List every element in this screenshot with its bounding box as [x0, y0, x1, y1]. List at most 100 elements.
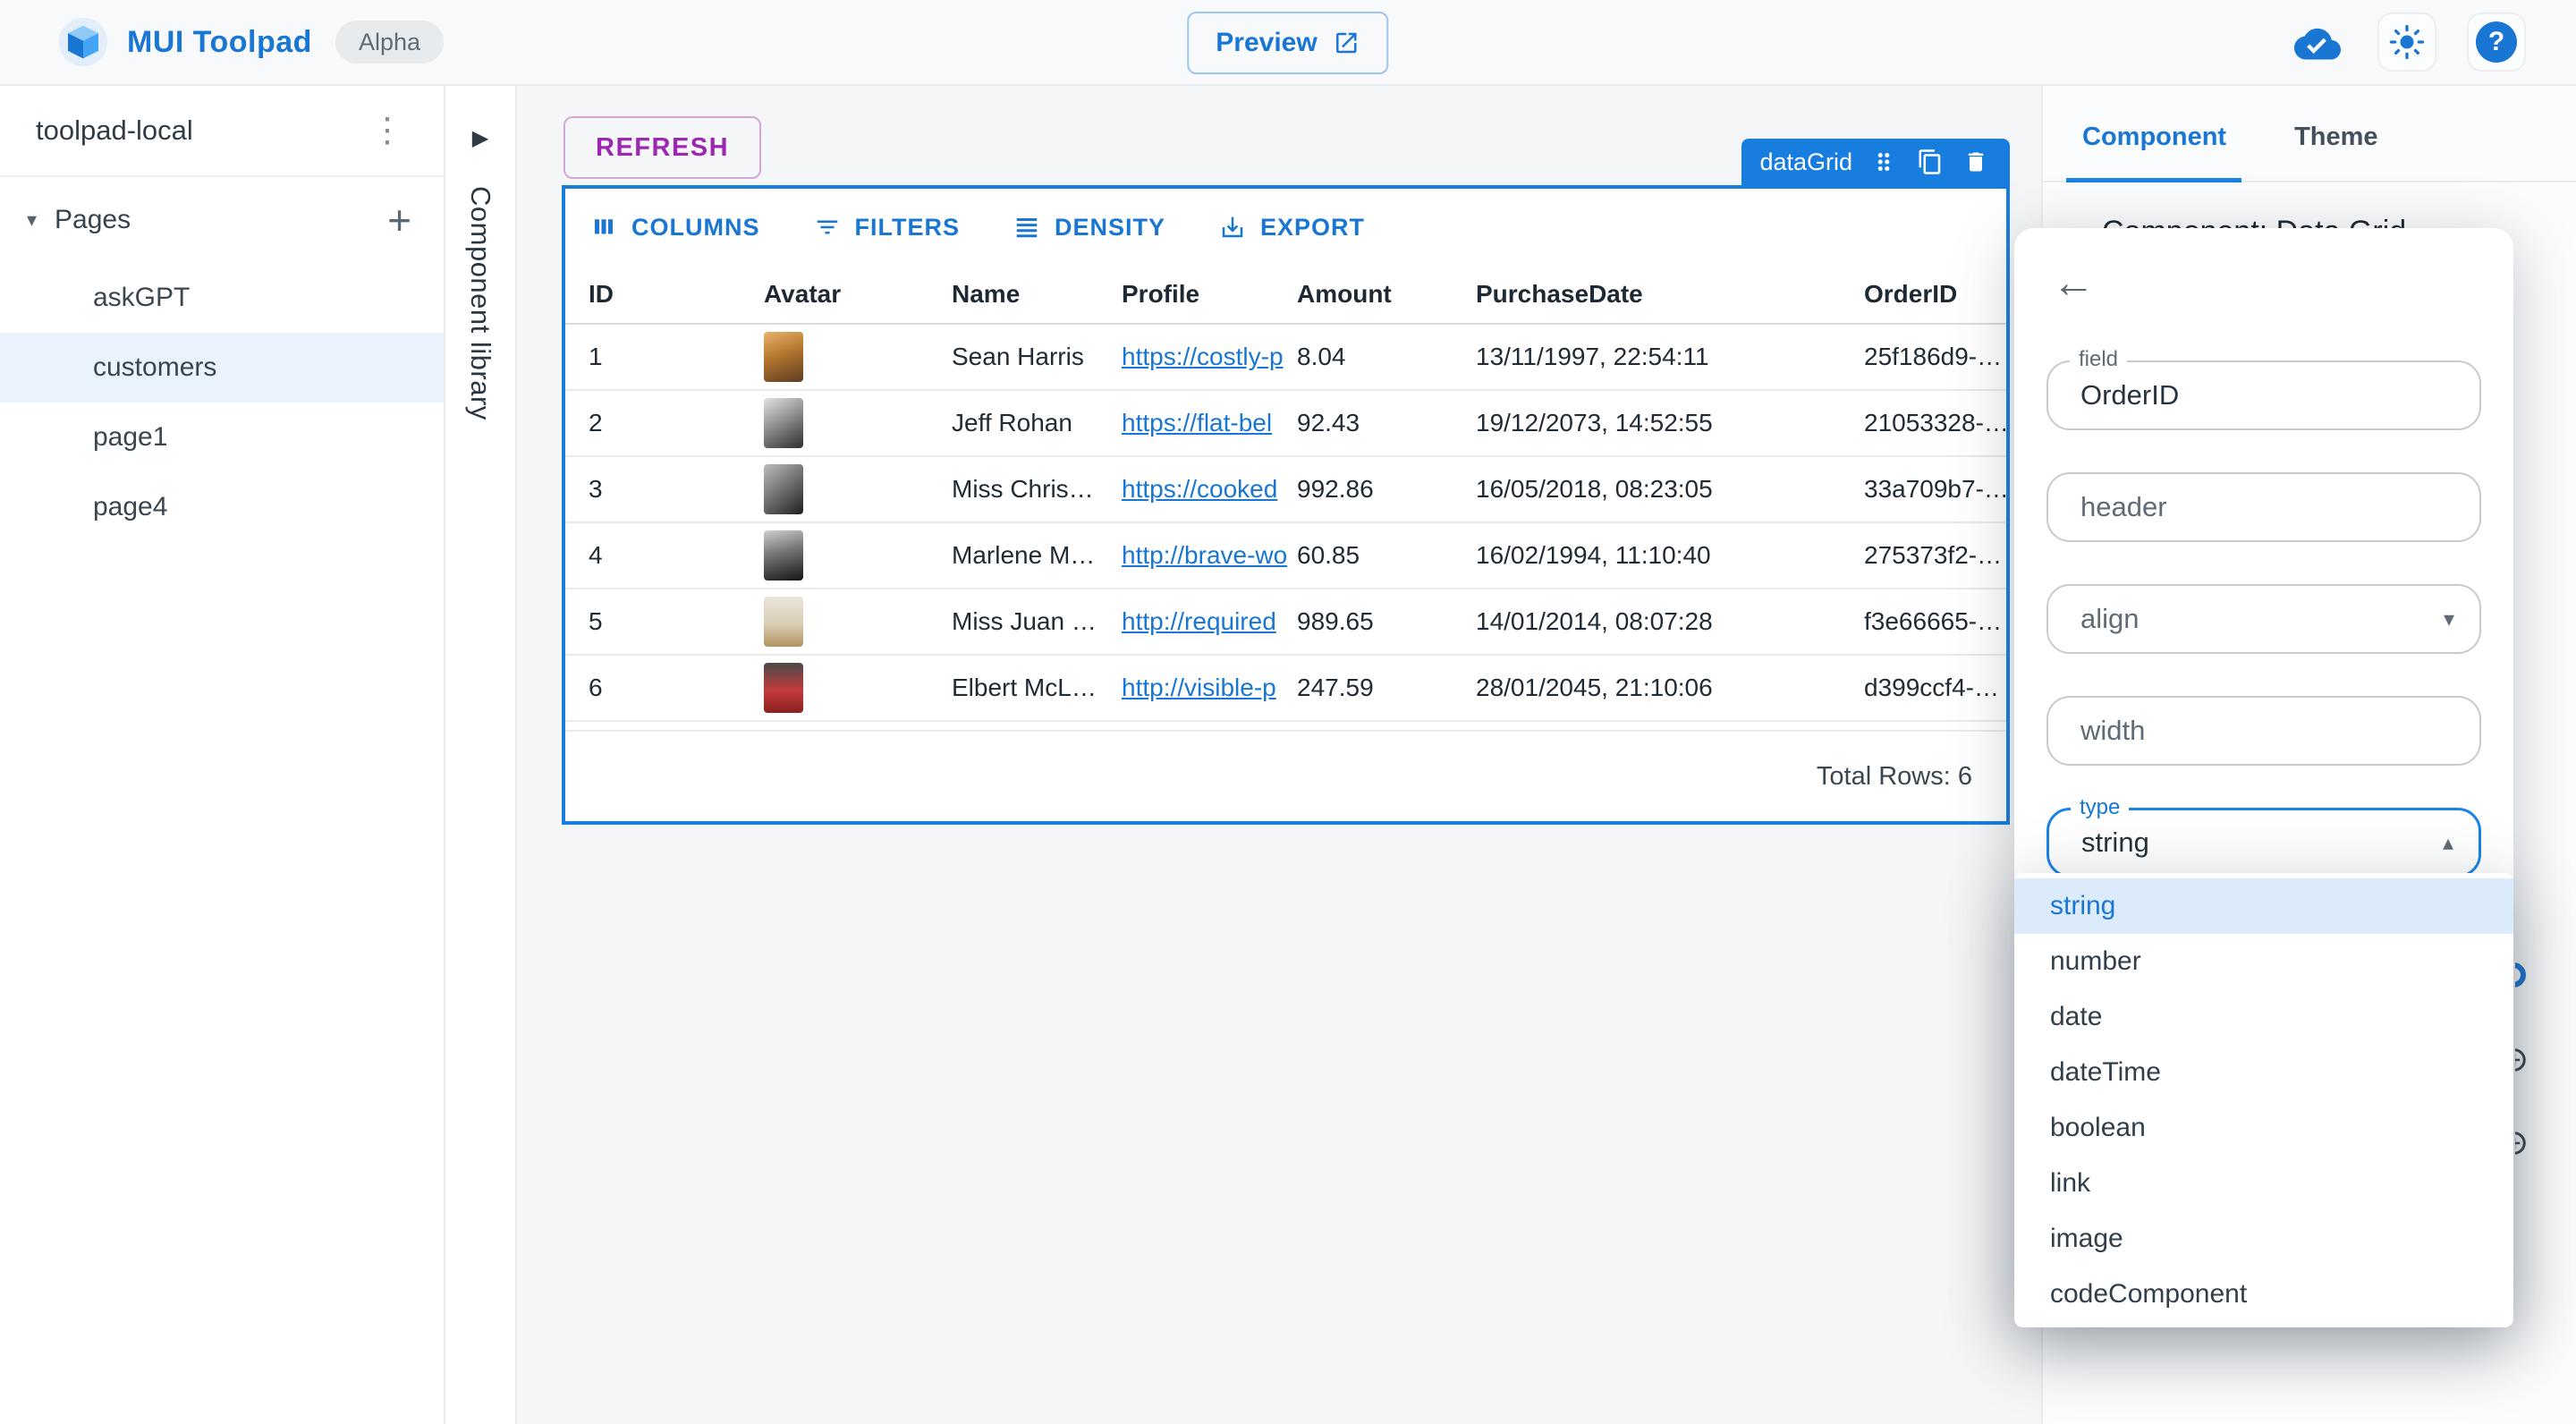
duplicate-component-button[interactable] [1917, 148, 1945, 176]
column-header-name[interactable]: Name [952, 280, 1122, 309]
table-row[interactable]: 4 Marlene M… http://brave-wo 60.85 16/02… [565, 523, 2006, 589]
type-menu-option-label: number [2050, 946, 2141, 976]
profile-link[interactable]: https://costly-p [1122, 343, 1284, 370]
hidden-binding-icon[interactable] [2515, 1047, 2529, 1073]
profile-link[interactable]: https://cooked [1122, 475, 1277, 503]
cell-profile: https://flat-bel [1122, 409, 1297, 437]
open-in-new-icon [1336, 32, 1357, 54]
help-button[interactable]: ? [2467, 13, 2526, 72]
sidebar-page-item[interactable]: customers [0, 333, 444, 403]
cell-amount: 989.65 [1297, 607, 1374, 635]
columns-icon [595, 219, 613, 234]
cell-orderid: 33a709b7-… [1864, 475, 2006, 503]
type-menu-option-label: link [2050, 1168, 2091, 1198]
profile-link[interactable]: http://visible-p [1122, 674, 1276, 701]
app-root: MUI Toolpad Alpha Preview ? toolpad-loca… [0, 0, 2576, 1424]
column-header-avatar[interactable]: Avatar [764, 280, 952, 309]
width-input[interactable]: width [2046, 696, 2481, 766]
column-header-purchasedate[interactable]: PurchaseDate [1476, 280, 1864, 309]
table-row[interactable]: 5 Miss Juan … http://required 989.65 14/… [565, 589, 2006, 656]
filter-icon [817, 220, 837, 234]
sidebar-page-item[interactable]: page1 [0, 403, 444, 472]
cell-profile: http://required [1122, 607, 1297, 636]
type-menu-option[interactable]: image [2014, 1211, 2513, 1267]
table-row[interactable]: 2 Jeff Rohan https://flat-bel 92.43 19/1… [565, 391, 2006, 457]
table-row[interactable]: 3 Miss Chris… https://cooked 992.86 16/0… [565, 457, 2006, 523]
page-item-label: page4 [93, 492, 168, 521]
sidebar-header: toolpad-local ⋮ [0, 86, 444, 177]
avatar [764, 663, 803, 713]
hidden-binding-icon[interactable] [2515, 1130, 2529, 1157]
sidebar-page-item[interactable]: page4 [0, 472, 444, 542]
cell-name: Elbert McL… [952, 674, 1097, 701]
cell-name: Miss Juan … [952, 607, 1097, 635]
cell-purchasedate: 14/01/2014, 08:07:28 [1476, 607, 1713, 635]
type-menu-option-label: codeComponent [2050, 1279, 2248, 1309]
table-row[interactable]: 1 Sean Harris https://costly-p 8.04 13/1… [565, 325, 2006, 391]
drag-handle-icon[interactable] [1870, 148, 1899, 176]
chevron-down-icon: ▾ [2443, 606, 2454, 631]
density-button-label: DENSITY [1055, 213, 1166, 241]
export-button-label: EXPORT [1260, 213, 1366, 241]
project-menu-button[interactable]: ⋮ [361, 114, 413, 148]
field-input[interactable]: field OrderID [2046, 347, 2481, 430]
type-select[interactable]: type string ▴ [2046, 795, 2481, 877]
pages-list: askGPT customers page1 page4 [0, 263, 444, 542]
expand-library-icon[interactable]: ▶ [472, 125, 488, 151]
avatar [764, 464, 803, 514]
sidebar: toolpad-local ⋮ ▾ Pages + askGPT custome… [0, 86, 445, 1424]
back-button[interactable]: ← [2052, 262, 2095, 305]
tab-theme[interactable]: Theme [2294, 123, 2377, 181]
refresh-button[interactable]: REFRESH [564, 116, 762, 179]
selection-chip[interactable]: dataGrid [1741, 139, 2010, 185]
column-header-id[interactable]: ID [565, 280, 764, 309]
column-header-profile[interactable]: Profile [1122, 280, 1297, 309]
add-page-button[interactable]: + [387, 199, 411, 241]
header-input[interactable]: header [2046, 472, 2481, 542]
cell-profile: http://brave-wo [1122, 541, 1297, 570]
sidebar-page-item[interactable]: askGPT [0, 263, 444, 333]
type-menu-option[interactable]: codeComponent [2014, 1267, 2513, 1322]
column-header-amount[interactable]: Amount [1297, 280, 1476, 309]
profile-link[interactable]: https://flat-bel [1122, 409, 1272, 437]
align-select[interactable]: align ▾ [2046, 584, 2481, 654]
cell-id: 5 [589, 607, 603, 635]
delete-component-button[interactable] [1963, 148, 1992, 176]
density-button[interactable]: DENSITY [1013, 214, 1165, 242]
collapse-caret-icon[interactable]: ▾ [27, 208, 37, 232]
table-row[interactable]: 6 Elbert McL… http://visible-p 247.59 28… [565, 656, 2006, 722]
preview-button[interactable]: Preview [1187, 12, 1389, 74]
type-menu-option[interactable]: link [2014, 1156, 2513, 1211]
type-menu-option[interactable]: string [2014, 878, 2513, 934]
tab-component[interactable]: Component [2082, 123, 2226, 181]
type-menu-option[interactable]: date [2014, 989, 2513, 1045]
inspector-tabs: Component Theme [2043, 86, 2576, 182]
grid-toolbar: COLUMNS FILTERS DENSITY EXPORT [565, 189, 2006, 266]
cell-avatar [764, 398, 952, 448]
filters-button[interactable]: FILTERS [814, 214, 961, 242]
data-grid[interactable]: COLUMNS FILTERS DENSITY EXPORT ID Avatar… [562, 185, 2010, 825]
cell-id: 3 [589, 475, 603, 503]
type-menu-option[interactable]: boolean [2014, 1100, 2513, 1156]
columns-button[interactable]: COLUMNS [590, 214, 760, 242]
cell-purchasedate: 16/05/2018, 08:23:05 [1476, 475, 1713, 503]
page-item-label: page1 [93, 422, 168, 452]
cell-avatar [764, 464, 952, 514]
cell-amount: 247.59 [1297, 674, 1374, 701]
cell-amount: 92.43 [1297, 409, 1360, 437]
export-icon [1222, 216, 1243, 238]
page-item-label: askGPT [93, 283, 191, 312]
cell-orderid: 21053328-… [1864, 409, 2006, 437]
type-menu-option[interactable]: dateTime [2014, 1045, 2513, 1100]
profile-link[interactable]: http://brave-wo [1122, 541, 1287, 569]
theme-mode-button[interactable] [2377, 13, 2436, 72]
avatar [764, 597, 803, 647]
type-menu-option[interactable]: number [2014, 934, 2513, 989]
hidden-binding-icon[interactable] [2515, 962, 2529, 989]
profile-link[interactable]: http://required [1122, 607, 1276, 635]
cell-orderid: d399ccf4-… [1864, 674, 1999, 701]
export-button[interactable]: EXPORT [1219, 214, 1365, 242]
column-header-orderid[interactable]: OrderID [1864, 280, 2006, 309]
sync-status-button[interactable] [2288, 13, 2347, 72]
active-tab-indicator [2066, 178, 2241, 182]
